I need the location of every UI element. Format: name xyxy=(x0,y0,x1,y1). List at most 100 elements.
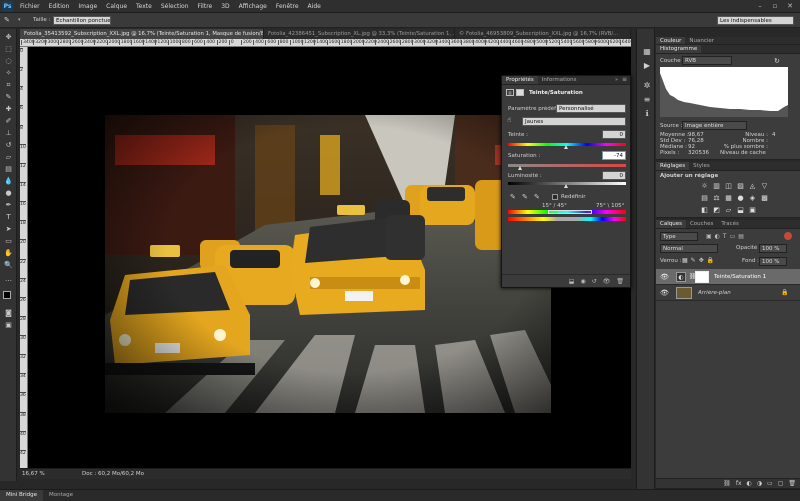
tab-styles[interactable]: Styles xyxy=(689,162,714,170)
menu-calque[interactable]: Calque xyxy=(106,3,127,10)
reset-icon[interactable]: ↺ xyxy=(592,275,597,288)
actions-icon[interactable]: ▶ xyxy=(642,61,652,71)
menu-texte[interactable]: Texte xyxy=(136,3,152,10)
adjustment-type-icon[interactable]: ▥ xyxy=(506,89,514,96)
posterize-icon[interactable]: ◩ xyxy=(712,206,721,215)
document-tab-3[interactable]: © Fotolia_46953809_Subscription_XXL.jpg … xyxy=(455,29,631,39)
channel-mixer-icon[interactable]: ◈ xyxy=(748,194,757,203)
fill-input[interactable]: 100 % xyxy=(759,257,787,266)
blur-tool-icon[interactable]: 💧 xyxy=(4,177,13,186)
lock-icons[interactable]: ▦✎✥🔒 xyxy=(682,257,717,264)
collapse-icon[interactable]: » xyxy=(615,77,618,83)
move-tool-icon[interactable]: ✥ xyxy=(4,33,13,42)
mask-icon[interactable] xyxy=(516,89,524,96)
brightness-icon[interactable]: ☼ xyxy=(700,182,709,191)
clip-to-layer-icon[interactable]: ⬓ xyxy=(569,275,575,288)
zoom-tool-icon[interactable]: 🔍 xyxy=(4,261,13,270)
tab-traces[interactable]: Tracés xyxy=(717,220,742,228)
document-tab-1[interactable]: Fotolia_35413592_Subscription_XXL.jpg @ … xyxy=(20,29,264,39)
visibility-eye-icon[interactable]: 👁 xyxy=(660,289,669,297)
hue-slider-thumb[interactable] xyxy=(564,145,568,149)
visibility-eye-icon[interactable]: 👁 xyxy=(660,273,669,281)
screen-mode-icon[interactable]: ▣ xyxy=(4,321,13,330)
saturation-slider-track[interactable] xyxy=(508,164,626,167)
levels-icon[interactable]: ▥ xyxy=(712,182,721,191)
info-icon[interactable]: ℹ xyxy=(642,109,652,119)
layer-name[interactable]: Arrière-plan xyxy=(698,290,731,296)
opacity-input[interactable]: 100 % xyxy=(759,244,787,253)
tab-histogramme[interactable]: Histogramme xyxy=(656,45,702,53)
fx-icon[interactable]: fx xyxy=(736,479,742,488)
layer-name[interactable]: Teinte/Saturation 1 xyxy=(714,274,766,280)
quick-select-tool-icon[interactable]: ✧ xyxy=(4,69,13,78)
gradient-map-icon[interactable]: ▽ xyxy=(760,182,769,191)
close-icon[interactable]: ✕ xyxy=(784,1,796,11)
menu-fenetre[interactable]: Fenêtre xyxy=(276,3,299,10)
hue-input[interactable]: 0 xyxy=(602,130,626,139)
minimize-icon[interactable]: – xyxy=(754,1,766,11)
gradient-fill-icon[interactable]: ▣ xyxy=(748,206,757,215)
photo-filter-icon[interactable]: ● xyxy=(736,194,745,203)
filter-toggle-icon[interactable] xyxy=(784,232,792,240)
selective-color-icon[interactable]: ⬓ xyxy=(736,206,745,215)
dodge-tool-icon[interactable]: ● xyxy=(4,189,13,198)
targeted-adjust-icon[interactable]: ☝ xyxy=(507,116,511,124)
new-adjustment-icon[interactable]: ◑ xyxy=(757,479,762,488)
workspace-select[interactable]: Les indispensables xyxy=(717,16,794,25)
tab-calques[interactable]: Calques xyxy=(656,220,686,228)
sample-size-select[interactable]: Echantillon ponctuel xyxy=(53,16,111,25)
eyedropper-sample-icon[interactable]: ✎ xyxy=(510,193,516,201)
tab-informations[interactable]: Informations xyxy=(538,76,581,84)
link-layers-icon[interactable]: ⛓ xyxy=(723,479,731,488)
shape-tool-icon[interactable]: ▭ xyxy=(4,237,13,246)
layer-row-hue-sat[interactable]: 👁 ◐ ⛓ Teinte/Saturation 1 xyxy=(656,269,800,285)
adjust-sliders-icon[interactable]: ≡ xyxy=(642,95,652,105)
color-balance-icon[interactable]: ⚖ xyxy=(712,194,721,203)
delete-adjustment-icon[interactable]: 🗑 xyxy=(616,275,624,288)
eyedropper-icon[interactable]: ✎ xyxy=(4,16,16,25)
new-layer-icon[interactable]: ▢ xyxy=(778,479,784,488)
exposure-icon[interactable]: ▨ xyxy=(736,182,745,191)
tab-nuancier[interactable]: Nuancier xyxy=(685,37,718,44)
threshold-icon[interactable]: ▱ xyxy=(724,206,733,215)
lightness-slider-thumb[interactable] xyxy=(564,184,568,188)
curves-icon[interactable]: ◫ xyxy=(724,182,733,191)
saturation-input[interactable]: -74 xyxy=(602,151,626,160)
quick-mask-icon[interactable]: ◙ xyxy=(4,309,13,318)
lasso-tool-icon[interactable]: ◌ xyxy=(4,57,13,66)
eyedropper-tool-icon[interactable]: ✎ xyxy=(4,93,13,102)
hand-tool-icon[interactable]: ✋ xyxy=(4,249,13,258)
panel-menu-icon[interactable]: ≡ xyxy=(622,76,627,83)
tab-mini-bridge[interactable]: Mini Bridge xyxy=(0,490,43,501)
eraser-tool-icon[interactable]: ▱ xyxy=(4,153,13,162)
layer-filter-icons[interactable]: ▣◐T▭▤ xyxy=(706,232,766,241)
blend-mode-select[interactable]: Normal xyxy=(660,244,718,253)
source-select[interactable]: Image entière xyxy=(682,121,747,130)
tab-proprietes[interactable]: Propriétés xyxy=(502,76,538,84)
range-selection[interactable] xyxy=(548,210,592,214)
gradient-tool-icon[interactable]: ▤ xyxy=(4,165,13,174)
color-lookup-icon[interactable]: ▩ xyxy=(760,194,769,203)
saturation-slider-thumb[interactable] xyxy=(518,166,522,170)
brush-tool-icon[interactable]: ✐ xyxy=(4,117,13,126)
tab-reglages[interactable]: Réglages xyxy=(656,162,690,170)
hue-sat-icon[interactable]: ▤ xyxy=(700,194,709,203)
channel-select[interactable]: RVB xyxy=(682,56,732,65)
layer-filter-select[interactable]: Type xyxy=(660,232,698,241)
new-group-icon[interactable]: ▭ xyxy=(767,479,773,488)
eyedropper-add-icon[interactable]: ✎ xyxy=(522,193,528,201)
add-mask-icon[interactable]: ◐ xyxy=(747,479,752,488)
tab-couleur[interactable]: Couleur xyxy=(656,37,686,44)
type-tool-icon[interactable]: T xyxy=(4,213,13,222)
tab-montage[interactable]: Montage xyxy=(43,490,79,501)
trash-icon[interactable]: 🗑 xyxy=(788,479,796,488)
menu-affichage[interactable]: Affichage xyxy=(239,3,267,10)
foreground-color-swatch[interactable] xyxy=(3,291,11,299)
history-icon[interactable]: ▦ xyxy=(642,47,652,57)
view-previous-icon[interactable]: ◉ xyxy=(580,275,585,288)
menu-3d[interactable]: 3D xyxy=(221,3,229,10)
menu-aide[interactable]: Aide xyxy=(308,3,321,10)
toggle-visibility-icon[interactable]: 👁 xyxy=(603,275,611,288)
layer-mask-thumbnail[interactable] xyxy=(695,271,709,283)
vibrance-icon[interactable]: ◬ xyxy=(748,182,757,191)
